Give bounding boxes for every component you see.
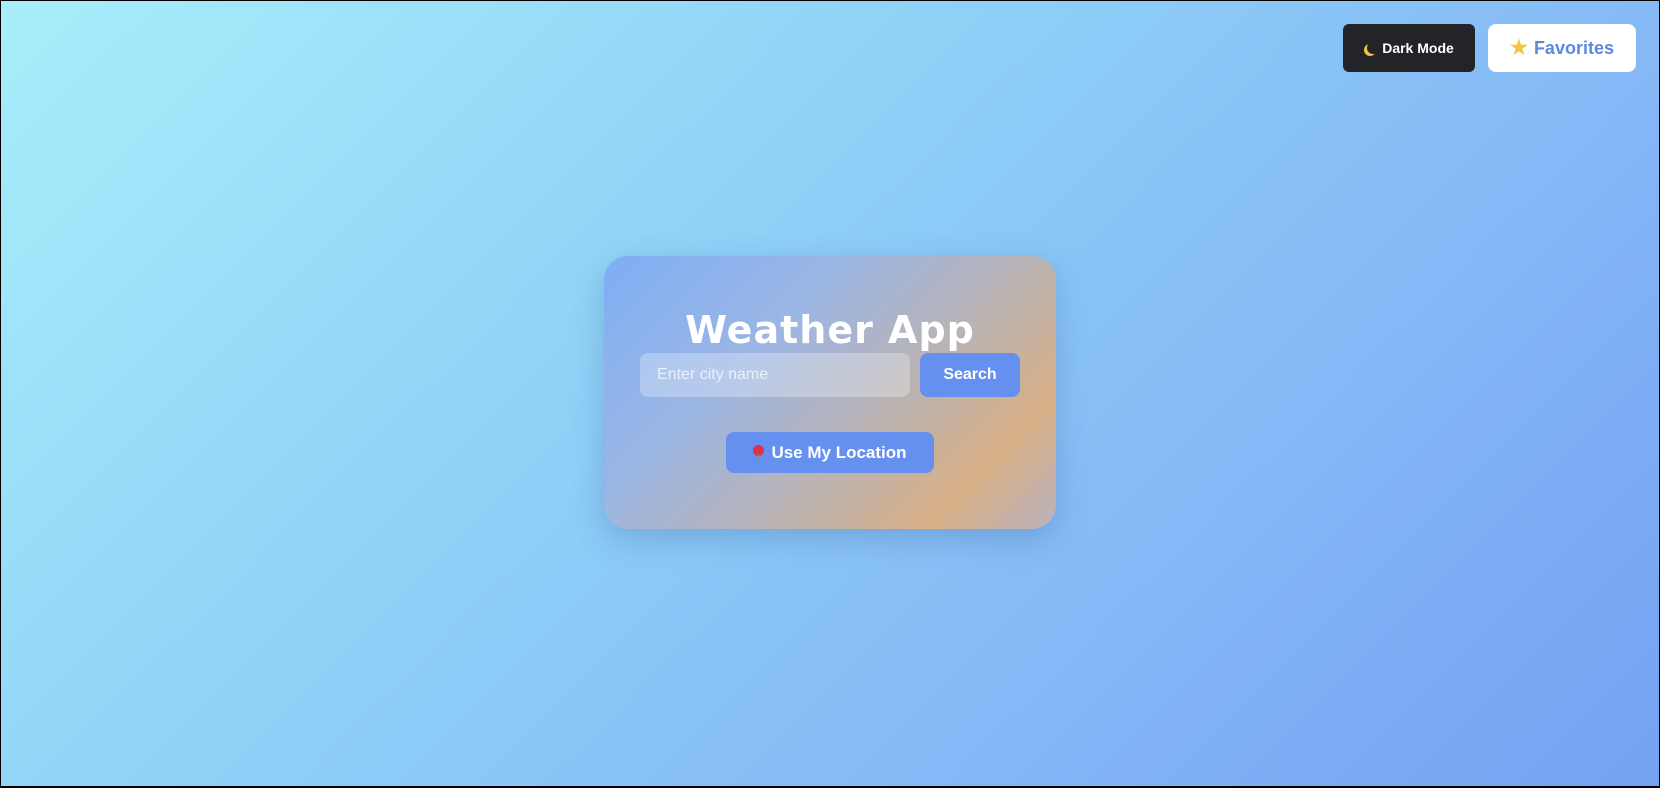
top-actions: Dark Mode ★ Favorites (1343, 24, 1636, 72)
favorites-label: Favorites (1533, 37, 1614, 58)
app-background: Dark Mode ★ Favorites Weather App Search… (1, 1, 1659, 786)
weather-card: Weather App Search Use My Location (604, 256, 1056, 529)
use-my-location-button[interactable]: Use My Location (726, 432, 934, 473)
search-button[interactable]: Search (920, 353, 1020, 397)
moon-icon (1367, 42, 1379, 54)
dark-mode-label: Dark Mode (1382, 40, 1454, 56)
favorites-button[interactable]: ★ Favorites (1488, 24, 1636, 72)
dark-mode-button[interactable]: Dark Mode (1343, 24, 1475, 72)
app-title: Weather App (685, 308, 975, 352)
pin-icon (753, 444, 765, 461)
star-icon: ★ (1510, 37, 1528, 59)
city-search-input[interactable] (640, 353, 910, 397)
use-my-location-label: Use My Location (771, 442, 907, 462)
